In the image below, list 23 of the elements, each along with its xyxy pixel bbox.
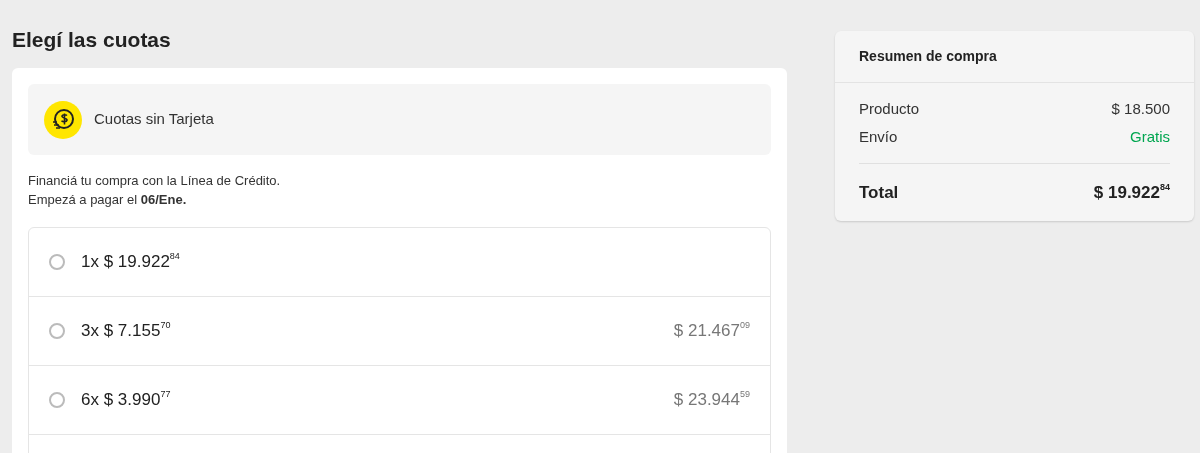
installment-amount: 3x $ 7.155$^{70}$ (81, 319, 171, 343)
description-text: Financiá tu compra con la Línea de Crédito. (28, 172, 282, 190)
installment-option[interactable]: 6x $ 3.990$^{77}$ $ 23.944$^{59}$ (29, 366, 770, 435)
total-label: Total (859, 181, 899, 204)
installment-option[interactable]: 3x $ 7.155$^{70}$ $ 21.467$^{09}$ (29, 297, 770, 366)
coin-icon (44, 100, 82, 139)
summary-value: Gratis (1130, 126, 1170, 147)
installment-amount: 6x $ 3.990$^{77}$ (81, 388, 171, 412)
description-text: Empezá a pagar el 06/Ene. (28, 191, 188, 209)
total-value: $ 19.922$^{84}$ (1093, 180, 1170, 204)
summary-label: Producto (859, 98, 920, 119)
installment-total: $ 21.467$^{09}$ (673, 319, 750, 343)
installment-amount: 1x $ 19.922$^{84}$ (81, 250, 180, 274)
page-title: Elegí las cuotas (12, 27, 172, 53)
radio-button[interactable] (49, 392, 65, 408)
payment-method-label: Cuotas sin Tarjeta (94, 109, 214, 130)
summary-title: Resumen de compra (859, 47, 997, 66)
radio-button[interactable] (49, 323, 65, 339)
radio-button[interactable] (49, 254, 65, 270)
summary-label: Envío (859, 126, 898, 147)
summary-value: $ 18.500 (1111, 98, 1170, 119)
installment-total: $ 23.944$^{59}$ (673, 388, 750, 412)
installment-option[interactable]: 1x $ 19.922$^{84}$ (29, 228, 770, 297)
